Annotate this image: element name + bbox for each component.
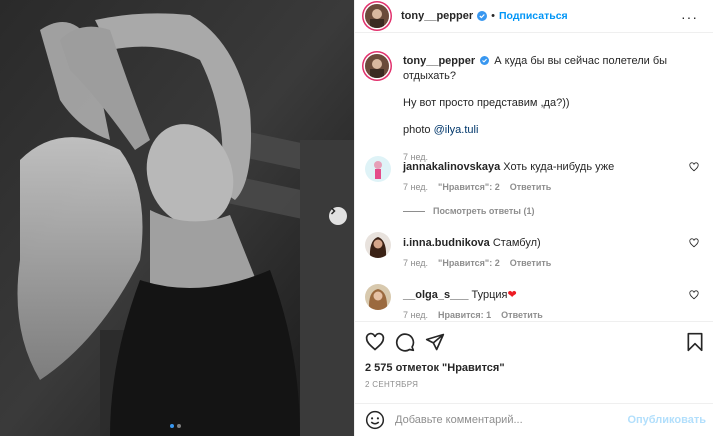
post-photo [0, 0, 354, 436]
comment-likes-count[interactable]: "Нравится": 2 [438, 182, 500, 192]
caption-body: tony__pepper А куда бы вы сейчас полетел… [403, 44, 695, 165]
comment-item: jannakalinovskaya Хоть куда-нибудь уже 7… [365, 156, 705, 216]
comments-section[interactable]: tony__pepper А куда бы вы сейчас полетел… [355, 34, 713, 320]
photo-credit-prefix: photo [403, 124, 434, 136]
carousel-next-button[interactable] [329, 207, 347, 225]
caption-photo-credit: photo @ilya.tuli [403, 123, 695, 138]
post-actions-bar [355, 321, 713, 361]
more-options-button[interactable]: ··· [681, 9, 698, 25]
comment-time: 7 нед. [403, 310, 429, 320]
carousel-dot [177, 424, 181, 428]
header-separator: • [491, 10, 495, 22]
share-icon[interactable] [425, 332, 445, 352]
like-comment-heart-icon[interactable] [689, 290, 699, 300]
comment-meta: 7 нед. "Нравится": 2 Ответить [403, 182, 705, 192]
photographer-mention-link[interactable]: @ilya.tuli [434, 124, 479, 136]
verified-badge-icon [477, 11, 488, 21]
comment-body: __olga_s___ Турция❤ [403, 284, 705, 302]
replies-divider-line [403, 210, 425, 212]
commenter-avatar[interactable] [365, 232, 391, 258]
comment-icon[interactable] [395, 332, 415, 352]
comment-text: Хоть куда-нибудь уже [503, 161, 615, 173]
avatar-image [365, 156, 391, 182]
photo-image [0, 0, 354, 436]
publish-button[interactable]: Опубликовать [627, 414, 706, 426]
carousel-indicator [170, 424, 181, 428]
comment-body: jannakalinovskaya Хоть куда-нибудь уже [403, 156, 705, 174]
bookmark-icon[interactable] [685, 332, 705, 352]
commenter-username[interactable]: i.inna.budnikova [403, 237, 490, 249]
reply-button[interactable]: Ответить [510, 258, 552, 268]
caption-line-2: Ну вот просто представим ,да?)) [403, 97, 570, 109]
caption-author-avatar[interactable] [365, 54, 389, 78]
commenter-username[interactable]: jannakalinovskaya [403, 161, 500, 173]
avatar-image [365, 54, 389, 78]
commenter-avatar[interactable] [365, 156, 391, 182]
comment-item: __olga_s___ Турция❤ 7 нед. Нравится: 1 О… [365, 284, 705, 320]
post-caption: tony__pepper А куда бы вы сейчас полетел… [365, 44, 695, 165]
comment-input[interactable] [395, 414, 625, 426]
commenter-username[interactable]: __olga_s___ [403, 289, 468, 301]
verified-badge-icon [480, 56, 490, 65]
add-comment-bar: Опубликовать [355, 403, 713, 436]
author-avatar[interactable] [365, 4, 389, 28]
comment-text: Турция [471, 289, 508, 301]
like-comment-heart-icon[interactable] [689, 238, 699, 248]
follow-button[interactable]: Подписаться [499, 10, 568, 22]
comment-item: i.inna.budnikova Стамбул) 7 нед. "Нравит… [365, 232, 705, 268]
comment-likes-count[interactable]: Нравится: 1 [438, 310, 491, 320]
post-side-panel: tony__pepper • Подписаться ··· tony__pep… [354, 0, 713, 436]
comment-meta: 7 нед. Нравится: 1 Ответить [403, 310, 705, 320]
carousel-dot-active [170, 424, 174, 428]
comment-text: Стамбул) [492, 237, 541, 249]
view-replies-button[interactable]: Посмотреть ответы (1) [403, 206, 705, 216]
reply-button[interactable]: Ответить [501, 310, 543, 320]
avatar-image [365, 284, 391, 310]
author-username[interactable]: tony__pepper [401, 10, 473, 22]
likes-count[interactable]: 2 575 отметок "Нравится" [365, 362, 505, 374]
heart-emoji: ❤ [507, 289, 517, 301]
commenter-avatar[interactable] [365, 284, 391, 310]
caption-username[interactable]: tony__pepper [403, 55, 475, 67]
comment-time: 7 нед. [403, 258, 429, 268]
chevron-right-icon [330, 207, 336, 215]
view-replies-label: Посмотреть ответы (1) [433, 206, 535, 216]
emoji-icon[interactable] [365, 410, 385, 430]
comment-meta: 7 нед. "Нравится": 2 Ответить [403, 258, 705, 268]
comment-body: i.inna.budnikova Стамбул) [403, 232, 705, 250]
comment-likes-count[interactable]: "Нравится": 2 [438, 258, 500, 268]
post-date: 2 СЕНТЯБРЯ [365, 380, 419, 389]
heart-icon[interactable] [365, 332, 385, 352]
like-comment-heart-icon[interactable] [689, 162, 699, 172]
avatar-image [365, 232, 391, 258]
comment-time: 7 нед. [403, 182, 429, 192]
post-header: tony__pepper • Подписаться ··· [355, 0, 713, 33]
avatar-image [365, 4, 389, 28]
reply-button[interactable]: Ответить [510, 182, 552, 192]
